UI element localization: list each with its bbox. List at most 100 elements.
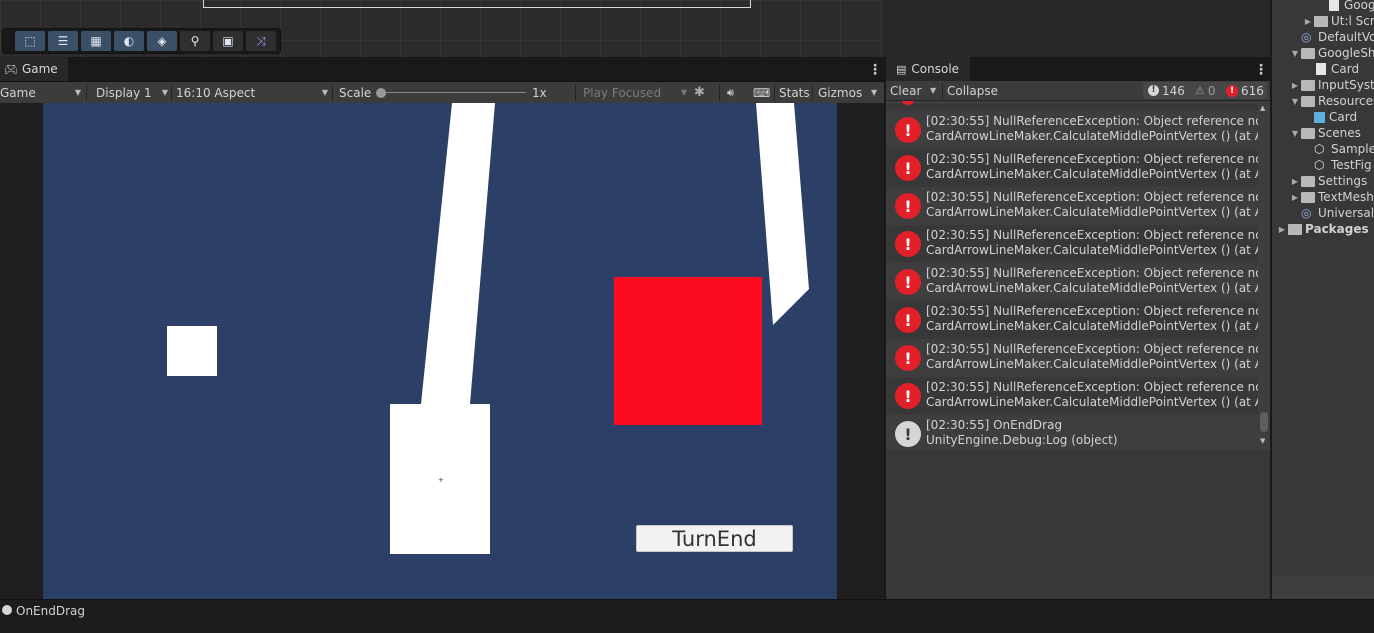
clear-options-chevron-icon[interactable]: ▼ <box>930 81 936 100</box>
rect-tool-icon[interactable]: ⬚ <box>15 31 45 51</box>
red-card[interactable] <box>614 277 762 425</box>
chevron-right-icon[interactable]: ▶ <box>1289 177 1301 186</box>
display-dropdown[interactable]: Display 1 ▼ <box>96 82 168 103</box>
shuffle-icon[interactable]: ⤨ <box>246 31 276 51</box>
error-filter-toggle[interactable]: ! 616 <box>1226 81 1264 100</box>
error-log-row[interactable]: ! [02:30:55] NullReferenceException: Obje… <box>886 339 1270 377</box>
gizmos-button[interactable]: Gizmos <box>818 82 862 103</box>
shading-icon[interactable]: ◐ <box>114 31 144 51</box>
project-tree-item[interactable]: ▼ GoogleSh <box>1289 45 1374 61</box>
game-mode-dropdown[interactable]: Game ▼ <box>0 82 84 103</box>
chevron-right-icon[interactable]: ▶ <box>1276 225 1288 234</box>
chevron-down-icon[interactable]: ▼ <box>1289 49 1301 58</box>
scene-icon: ⬡ <box>1314 158 1325 172</box>
log-stacktrace: CardArrowLineMaker.CalculateMiddlePointV… <box>926 205 1270 219</box>
project-tree-item[interactable]: Card <box>1302 61 1359 77</box>
folder-icon <box>1314 15 1328 27</box>
chevron-right-icon[interactable]: ▶ <box>1289 193 1301 202</box>
turn-end-button[interactable]: TurnEnd <box>636 525 793 552</box>
project-item-label: TextMesh <box>1318 190 1374 204</box>
more-options-icon[interactable]: ⋮ <box>1254 63 1268 77</box>
console-tab-bar: ▤ Console ⋮ <box>886 57 1270 81</box>
project-item-label: Packages <box>1305 222 1369 236</box>
gamepad-icon: 🎮︎ <box>4 62 18 76</box>
search-icon[interactable]: ⚲ <box>180 31 210 51</box>
warning-count: 0 <box>1207 83 1216 98</box>
error-log-row[interactable]: ! [02:30:55] NullReferenceException: Obje… <box>886 111 1270 149</box>
project-item-label: Card <box>1331 62 1360 76</box>
project-tree-item[interactable]: ▼ Resources <box>1289 93 1374 109</box>
scene-icon: ⬡ <box>1314 142 1325 156</box>
scale-value: 1x <box>532 85 547 100</box>
project-tree-item[interactable]: ⬡ TestFig <box>1302 157 1372 173</box>
white-card[interactable]: + <box>390 404 490 554</box>
scale-slider-handle[interactable] <box>376 88 386 98</box>
tab-console[interactable]: ▤ Console <box>886 57 970 81</box>
warning-filter-toggle[interactable]: ⚠ 0 <box>1195 81 1216 100</box>
error-log-row[interactable]: ! [02:30:55] NullReferenceException: Obje… <box>886 263 1270 301</box>
project-item-label: Resources <box>1318 94 1374 108</box>
console-log-list[interactable]: ! [02:30:55] NullReferenceException: Obje… <box>886 101 1270 450</box>
small-white-card[interactable] <box>167 326 217 376</box>
info-filter-toggle[interactable]: ! 146 <box>1148 81 1185 100</box>
tab-game[interactable]: 🎮︎ Game <box>0 57 68 81</box>
grid-snap-icon[interactable]: ▦ <box>81 31 111 51</box>
audio-icon[interactable]: 🔊︎ <box>727 82 734 103</box>
project-tree-item[interactable]: ▶ TextMesh <box>1289 189 1374 205</box>
project-tree-item[interactable]: ⬡ Sample <box>1302 141 1374 157</box>
file-icon <box>1316 63 1326 75</box>
card-text: + <box>438 476 444 484</box>
project-tree-item[interactable]: ▶ Packages <box>1276 221 1369 237</box>
scroll-down-icon[interactable]: ▼ <box>1260 437 1265 445</box>
log-message: [02:30:55] NullReferenceException: Objec… <box>926 228 1270 242</box>
project-tree-item[interactable]: Goog <box>1315 0 1374 13</box>
project-tree-item[interactable]: ▶ InputSyste <box>1289 77 1374 93</box>
scene-view[interactable]: ⬚ ☰ ▦ ◐ ◈ ⚲ ▣ ⤨ <box>0 0 884 57</box>
project-tree-item[interactable]: ◎ DefaultVol <box>1289 29 1374 45</box>
console-scrollbar[interactable]: ▲ ▼ <box>1258 101 1270 450</box>
chevron-right-icon[interactable]: ▶ <box>1302 17 1314 26</box>
camera-icon[interactable]: ▣ <box>213 31 243 51</box>
transform-tool-icon[interactable]: ☰ <box>48 31 78 51</box>
game-viewport[interactable]: + TurnEnd <box>0 103 884 599</box>
bug-icon[interactable]: ✱ <box>694 82 705 103</box>
clear-button[interactable]: Clear <box>890 81 921 100</box>
info-log-row[interactable]: ! [02:30:55] OnEndDrag UnityEngine.Debug:L… <box>886 415 1258 450</box>
project-tree-item[interactable]: Card <box>1302 109 1357 125</box>
chevron-down-icon[interactable]: ▼ <box>871 82 877 103</box>
error-log-row[interactable]: ! [02:30:55] NullReferenceException: Obje… <box>886 377 1270 415</box>
project-tree-item[interactable]: ▼ Scenes <box>1289 125 1361 141</box>
folder-icon <box>1288 223 1302 235</box>
aspect-label: 16:10 Aspect <box>176 85 256 100</box>
folder-icon <box>1301 47 1315 59</box>
project-item-label: Card <box>1329 110 1358 124</box>
aspect-dropdown[interactable]: 16:10 Aspect ▼ <box>176 82 328 103</box>
error-log-row[interactable]: ! [02:30:55] NullReferenceException: Obje… <box>886 187 1270 225</box>
chevron-down-icon[interactable]: ▼ <box>1289 97 1301 106</box>
error-log-row[interactable]: ! [02:30:55] NullReferenceException: Obje… <box>886 225 1270 263</box>
play-mode-dropdown[interactable]: Play Focused ▼ <box>583 82 687 103</box>
status-bar[interactable]: OnEndDrag <box>0 599 1374 633</box>
chevron-down-icon[interactable]: ▼ <box>1289 129 1301 138</box>
error-icon: ! <box>895 231 921 257</box>
project-tree-item[interactable]: ◎ Universal <box>1289 205 1374 221</box>
log-stacktrace: UnityEngine.Debug:Log (object) <box>926 433 1118 447</box>
error-log-row[interactable]: ! [02:30:55] NullReferenceException: Obje… <box>886 301 1270 339</box>
keyboard-icon[interactable]: ⌨ <box>753 82 770 103</box>
chevron-right-icon[interactable]: ▶ <box>1289 81 1301 90</box>
project-tree-item[interactable]: ▶ Settings <box>1289 173 1367 189</box>
console-empty-area <box>886 450 1270 599</box>
scrollbar-thumb[interactable] <box>1260 412 1268 432</box>
game-canvas[interactable]: + TurnEnd <box>43 103 837 599</box>
layers-icon[interactable]: ◈ <box>147 31 177 51</box>
project-tree-item[interactable]: ▶ Ut:l Scri <box>1302 13 1374 29</box>
info-count: 146 <box>1162 83 1185 98</box>
more-options-icon[interactable]: ⋮ <box>868 63 882 77</box>
error-icon: ! <box>895 155 921 181</box>
scroll-up-icon[interactable]: ▲ <box>1260 104 1265 112</box>
stats-button[interactable]: Stats <box>779 82 810 103</box>
error-log-row[interactable]: ! [02:30:55] NullReferenceException: Obje… <box>886 149 1270 187</box>
collapse-button[interactable]: Collapse <box>947 81 998 100</box>
scale-slider-track[interactable] <box>380 92 526 93</box>
error-icon: ! <box>895 383 921 409</box>
